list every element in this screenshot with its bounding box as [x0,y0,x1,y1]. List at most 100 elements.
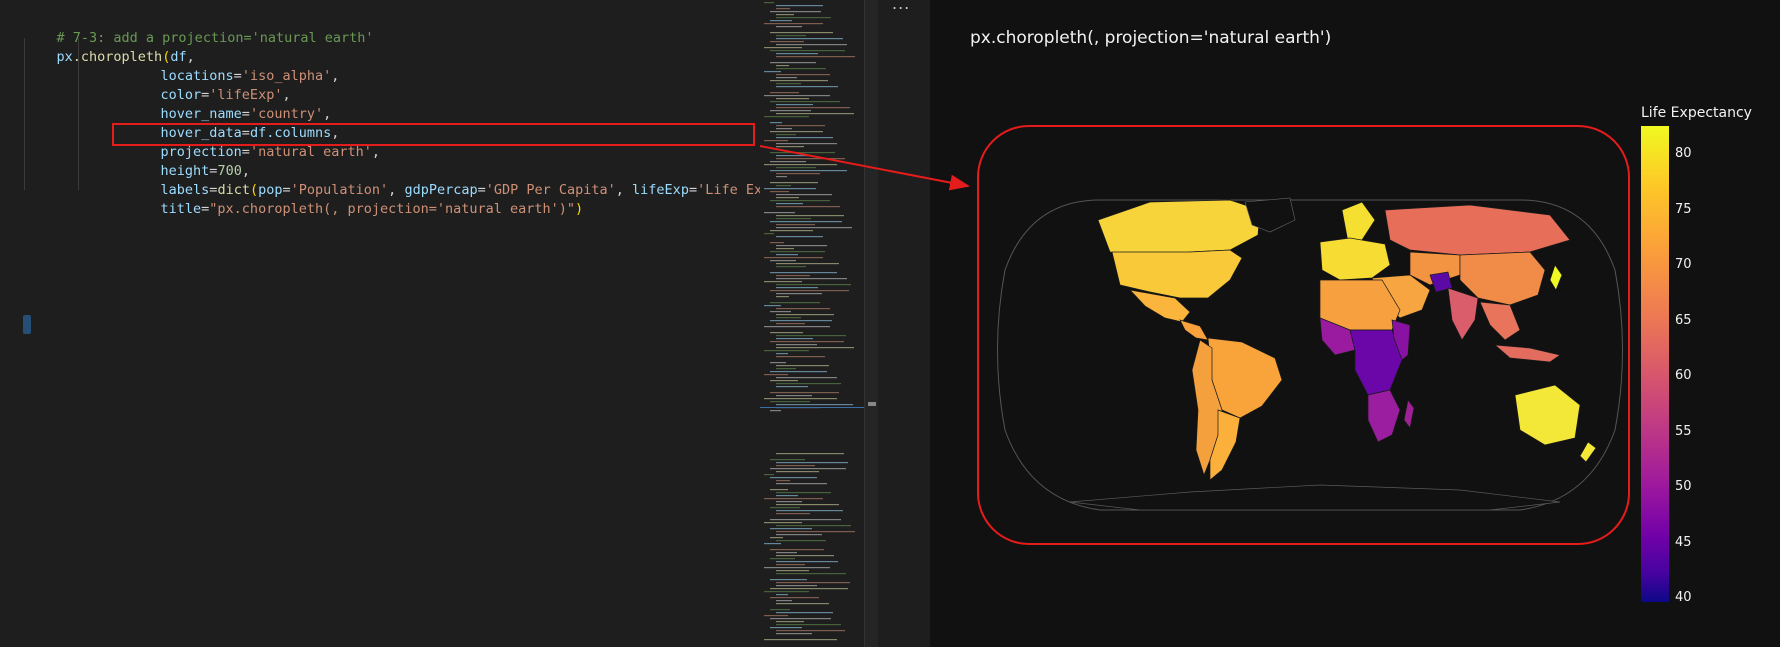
colorbar-tick-label: 60 [1675,368,1692,383]
minimap-line [776,501,802,503]
minimap-line [776,8,790,10]
text-cursor [23,315,31,334]
minimap-line [770,92,799,94]
minimap-line [776,17,831,19]
plot-title: px.choropleth(, projection='natural eart… [970,28,1332,48]
minimap[interactable] [760,0,864,647]
minimap-line [770,62,816,64]
minimap-line [776,552,797,554]
minimap-line [776,278,847,280]
minimap-line [776,284,851,286]
minimap-line [776,158,845,160]
minimap-line [764,350,809,352]
minimap-line [776,465,815,467]
colorbar-tick-label: 50 [1675,479,1692,494]
minimap-line [776,323,805,325]
minimap-line [776,206,840,208]
minimap-line [764,498,823,500]
more-actions-icon[interactable]: ... [892,0,910,13]
editor-scrollbar[interactable] [864,0,879,647]
minimap-line [770,362,786,364]
minimap-line [776,254,798,256]
minimap-line [770,20,792,22]
minimap-line [764,567,830,569]
minimap-line [776,314,834,316]
minimap-line [776,504,839,506]
minimap-line [776,143,837,145]
minimap-line [776,317,801,319]
minimap-line [770,191,789,193]
minimap-line [770,50,845,52]
minimap-line [776,26,802,28]
minimap-line [764,71,781,73]
minimap-line [764,257,823,259]
highlight-rectangle [112,123,755,146]
minimap-line [776,540,826,542]
minimap-line [776,287,818,289]
code-editor[interactable]: # 7-3: add a projection='natural earth' … [0,0,827,647]
minimap-line [776,5,823,7]
minimap-line [776,293,822,295]
minimap-line [776,173,820,175]
minimap-line [776,573,846,575]
minimap-line [776,146,804,148]
minimap-line [764,212,795,214]
minimap-line [776,356,825,358]
code-line-4[interactable]: color='lifeExp', [128,67,291,103]
minimap-line [776,582,850,584]
minimap-line [764,188,816,190]
minimap-line [770,200,830,202]
minimap-line [764,522,802,524]
minimap-line [776,104,813,106]
minimap-line [770,392,839,394]
code-line-2[interactable]: px.choropleth(df, [24,29,195,65]
minimap-line [764,2,774,4]
minimap-line [776,215,844,217]
colorbar-tick-label: 40 [1675,590,1692,605]
minimap-line [776,564,805,566]
minimap-line [776,194,832,196]
minimap-line [776,113,854,115]
code-line-1[interactable]: # 7-3: add a projection='natural earth' [24,10,374,46]
code-line-5[interactable]: hover_name='country', [128,86,332,122]
minimap-line [764,281,802,283]
minimap-line [776,338,813,340]
minimap-line [776,185,791,187]
colorbar-tick-label: 45 [1675,534,1692,550]
minimap-line [770,627,802,629]
minimap-line [776,570,809,572]
minimap-line [770,11,821,13]
minimap-line [770,230,813,232]
minimap-line [776,236,823,238]
minimap-line [770,528,812,530]
minimap-line [776,510,843,512]
code-line-10[interactable]: title="px.choropleth(, projection='natur… [128,181,584,217]
minimap-line [770,410,781,412]
minimap-line [770,122,782,124]
scrollbar-thumb[interactable] [868,402,876,406]
minimap-line [776,335,846,337]
minimap-line [770,401,810,403]
minimap-line [776,35,806,37]
colorbar-tick-label: 70 [1675,257,1692,272]
code-line-6[interactable]: hover_data=df.columns, [128,105,340,141]
minimap-line [770,242,784,244]
minimap-line [776,534,822,536]
minimap-line [770,80,828,82]
minimap-line [770,101,840,103]
minimap-line [770,290,849,292]
code-line-3[interactable]: locations='iso_alpha', [128,48,340,84]
colorbar-tick-label: 65 [1675,312,1692,328]
minimap-line [764,326,830,328]
minimap-line [776,624,841,626]
minimap-line [776,248,794,250]
code-line-9[interactable]: labels=dict(pop='Population', gdpPercap=… [128,162,828,198]
minimap-line [776,275,810,277]
minimap-line [776,128,792,130]
minimap-lines [760,2,864,641]
minimap-line [776,585,817,587]
minimap-line [770,459,805,461]
minimap-line [776,600,792,602]
minimap-line [770,537,783,539]
minimap-line [764,639,837,641]
